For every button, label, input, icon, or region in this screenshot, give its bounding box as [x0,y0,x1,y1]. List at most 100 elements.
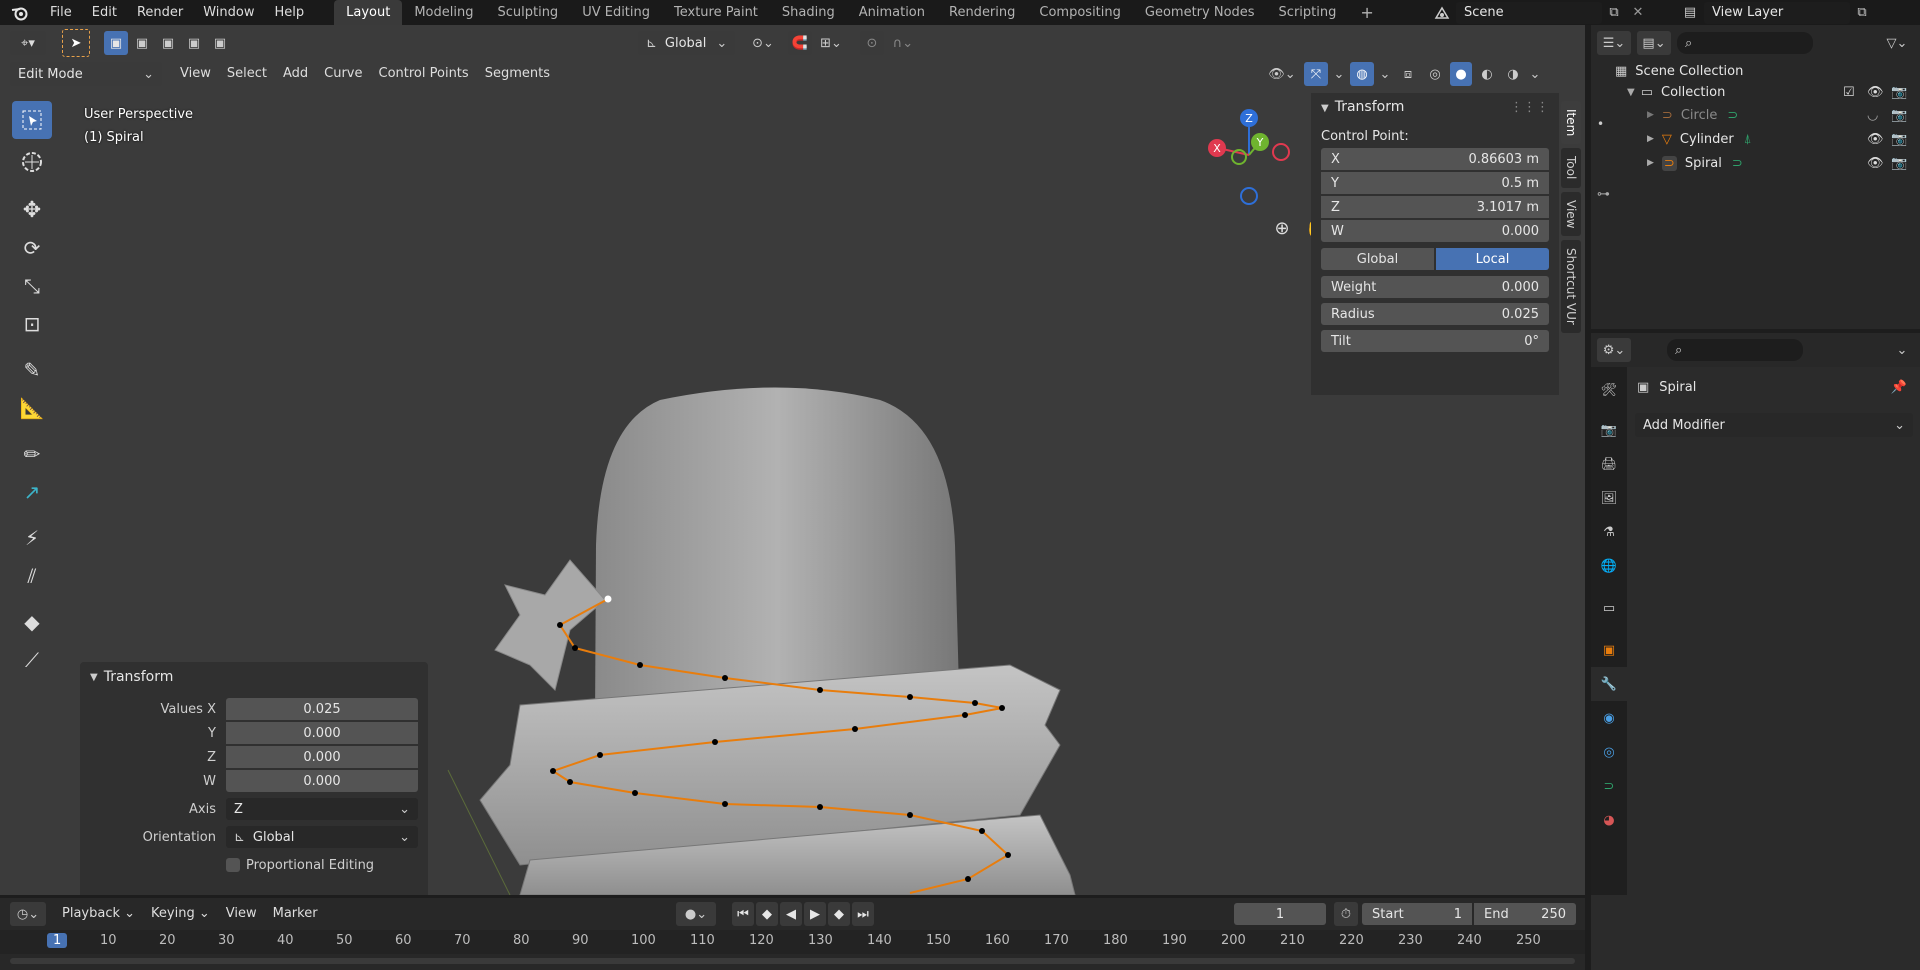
new-scene-icon[interactable]: ⧉ [1602,5,1626,20]
tab-animation[interactable]: Animation [847,0,937,25]
tab-shading[interactable]: Shading [770,0,847,25]
tab-texture-paint[interactable]: Texture Paint [662,0,770,25]
outliner-row-circle[interactable]: ▶ ⊃ Circle ⊃ ◡ 📷 [1591,103,1920,127]
frame-ruler[interactable]: 1 10 20 30 40 50 60 70 80 90 100 110 120 130 140 150 160… [0,930,1585,954]
camera-icon[interactable]: 📷 [1891,156,1907,171]
radius-tool[interactable]: ⫽ [12,557,52,595]
menu-window[interactable]: Window [193,0,264,25]
menu-select[interactable]: Select [219,62,275,86]
proportional-label[interactable]: Proportional Editing [246,858,374,873]
scene-name-field[interactable]: Scene [1456,1,1602,24]
expand-arrow-icon[interactable]: ▶ [1647,134,1654,144]
rotate-tool[interactable]: ⟳ [12,229,52,267]
render-properties-icon[interactable]: 📷 [1591,413,1627,447]
chevron-down-icon[interactable]: ⌄ [1378,67,1392,82]
outliner-row-collection[interactable]: ▼ ▭ Collection ☑ 👁 📷 [1591,82,1920,103]
properties-editor-type-icon[interactable]: ⚙⌄ [1597,338,1631,362]
camera-icon[interactable]: 📷 [1891,85,1907,100]
move-tool[interactable]: ✥ [12,191,52,229]
tab-view[interactable]: View [1561,191,1581,237]
menu-view[interactable]: View [172,62,219,86]
expand-arrow-icon[interactable]: ▼ [1627,87,1635,98]
coord-z-field[interactable]: Z 3.1017 m [1321,196,1549,218]
next-keyframe-icon[interactable]: ◆ [828,902,850,926]
tool-properties-icon[interactable]: 🛠 [1591,373,1627,407]
solid-shading-icon[interactable]: ● [1450,62,1472,86]
orientation-dropdown[interactable]: ⊾ Global ⌄ [638,31,736,55]
tab-tool[interactable]: Tool [1561,148,1581,188]
start-frame-field[interactable]: Start 1 [1362,903,1472,925]
annotate-tool[interactable]: ✎ [12,351,52,389]
tab-layout[interactable]: Layout [334,0,403,25]
drag-handle-icon[interactable]: ⋮⋮⋮ [1510,100,1549,115]
extrude-tool[interactable]: ⚡ [12,519,52,557]
view-layer-properties-icon[interactable]: 🖼 [1591,481,1627,515]
3d-viewport[interactable]: ⌖▾ ➤ ▣ ▣ ▣ ▣ ▣ ⊾ Global ⌄ ⊙⌄ 🧲 ⊞⌄ ⊙ ∩⌄ E… [0,25,1585,895]
tab-scripting[interactable]: Scripting [1267,0,1349,25]
last-op-header[interactable]: ▼ Transform [80,662,428,692]
scale-tool[interactable]: ⤡ [12,267,52,305]
coord-x-field[interactable]: X 0.86603 m [1321,148,1549,170]
blender-logo-icon[interactable] [0,0,40,25]
xray-icon[interactable]: ⧈ [1396,62,1420,86]
tab-modeling[interactable]: Modeling [402,0,485,25]
expand-arrow-icon[interactable]: ▶ [1647,110,1654,120]
material-shading-icon[interactable]: ◐ [1476,62,1498,86]
jump-start-icon[interactable]: ⏮ [732,902,754,926]
tab-compositing[interactable]: Compositing [1027,0,1133,25]
falloff-icon[interactable]: ∩⌄ [886,31,920,55]
outliner-row-scene-collection[interactable]: ▦ Scene Collection [1591,61,1920,82]
menu-edit[interactable]: Edit [82,0,127,25]
select-invert-icon[interactable]: ▣ [182,31,206,55]
physics-properties-icon[interactable]: ◎ [1591,735,1627,769]
jump-end-icon[interactable]: ⏭ [852,902,874,926]
transform-tool[interactable]: ⊡ [12,305,52,343]
select-box-tool[interactable] [12,101,52,139]
scene-properties-icon[interactable]: ⚗ [1591,515,1627,549]
local-toggle-button[interactable]: Local [1436,248,1549,270]
pen-tool[interactable]: ↗ [12,473,52,511]
tab-geometry-nodes[interactable]: Geometry Nodes [1133,0,1267,25]
transform-panel-header[interactable]: ▼ Transform ⋮⋮⋮ [1311,93,1559,121]
menu-curve[interactable]: Curve [316,62,370,86]
scene-selector[interactable]: Scene ⧉ ✕ [1428,0,1650,25]
world-properties-icon[interactable]: 🌐 [1591,549,1627,583]
outliner-editor-type-icon[interactable]: ☰⌄ [1597,31,1631,55]
outliner-search-input[interactable]: ⌕ [1677,32,1813,54]
menu-control-points[interactable]: Control Points [371,62,477,86]
current-frame-marker[interactable]: 1 [47,933,68,948]
menu-help[interactable]: Help [265,0,315,25]
navigation-gizmo[interactable]: Z Y X [1195,105,1305,205]
value-z-field[interactable]: 0.000 [226,746,418,768]
prev-keyframe-icon[interactable]: ◆ [756,902,778,926]
select-subtract-icon[interactable]: ▣ [156,31,180,55]
gizmo-toggle-icon[interactable]: ⤧ [1304,62,1328,86]
expand-arrow-icon[interactable]: ▶ [1647,158,1654,168]
select-tool-icon[interactable]: ➤ [62,29,90,57]
checkbox-icon[interactable]: ☑ [1843,85,1855,100]
eye-icon[interactable]: 👁 [1867,132,1884,147]
delete-scene-icon[interactable]: ✕ [1626,5,1650,20]
play-reverse-icon[interactable]: ◀ [780,902,802,926]
tab-uv-editing[interactable]: UV Editing [570,0,662,25]
eye-icon[interactable]: 👁 [1867,156,1884,171]
zoom-icon[interactable]: ⊕ [1267,213,1297,243]
tab-item[interactable]: Item [1561,101,1581,145]
select-new-icon[interactable]: ▣ [104,31,128,55]
menu-timeline-view[interactable]: View [218,902,265,926]
collection-properties-icon[interactable]: ▭ [1591,591,1627,625]
outliner-row-spiral[interactable]: ▶ ⊃ Spiral ⊃ 👁 📷 [1591,151,1920,175]
cursor-tool[interactable] [12,143,52,181]
object-properties-icon[interactable]: ▣ [1591,633,1627,667]
coord-y-field[interactable]: Y 0.5 m [1321,172,1549,194]
tab-shortcut-vur[interactable]: Shortcut VUr [1561,240,1581,333]
value-y-field[interactable]: 0.000 [226,722,418,744]
rendered-shading-icon[interactable]: ◑ [1502,62,1524,86]
display-mode-icon[interactable]: ▤⌄ [1637,31,1671,55]
modifier-properties-icon[interactable]: 🔧 [1591,667,1627,701]
measure-tool[interactable]: 📐 [12,389,52,427]
value-w-field[interactable]: 0.000 [226,770,418,792]
record-keyframe-icon[interactable]: ●⌄ [676,902,716,926]
tab-sculpting[interactable]: Sculpting [485,0,570,25]
menu-marker[interactable]: Marker [265,902,326,926]
